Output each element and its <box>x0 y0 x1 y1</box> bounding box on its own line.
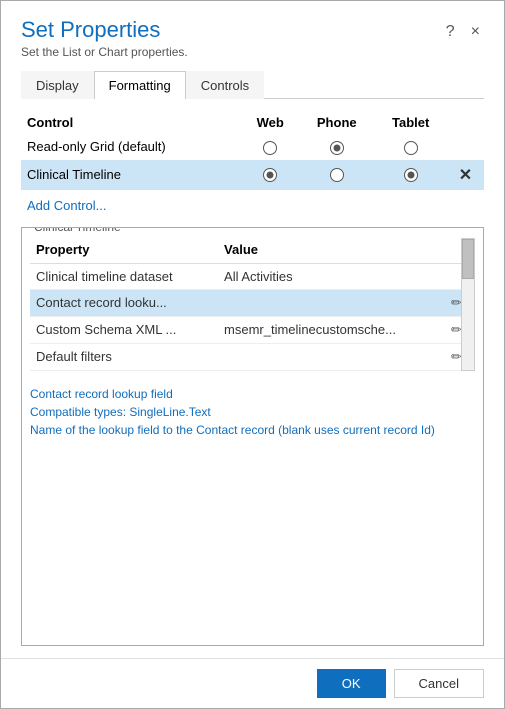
set-properties-dialog: Set Properties Set the List or Chart pro… <box>0 0 505 709</box>
col-tablet: Tablet <box>375 111 447 134</box>
property-row[interactable]: Contact record looku... ✏ <box>30 289 475 316</box>
dialog-footer: OK Cancel <box>1 658 504 708</box>
scrollbar[interactable] <box>461 238 475 371</box>
description-line-1: Contact record lookup field <box>30 385 475 403</box>
radio-row1-web[interactable] <box>263 168 277 182</box>
delete-row-icon[interactable]: ✕ <box>459 167 472 184</box>
radio-row0-phone[interactable] <box>330 141 344 155</box>
description-line-2: Compatible types: SingleLine.Text <box>30 403 475 421</box>
header-title-area: Set Properties Set the List or Chart pro… <box>21 17 188 59</box>
ok-button[interactable]: OK <box>317 669 386 698</box>
radio-row1-tablet[interactable] <box>404 168 418 182</box>
table-row[interactable]: Clinical Timeline ✕ <box>21 160 484 190</box>
tab-controls[interactable]: Controls <box>186 71 264 99</box>
property-row[interactable]: Default filters ✏ <box>30 343 475 370</box>
radio-row0-web[interactable] <box>263 141 277 155</box>
help-button[interactable]: ? <box>442 21 459 43</box>
property-row[interactable]: Clinical timeline dataset All Activities <box>30 263 475 289</box>
scrollbar-thumb[interactable] <box>462 239 474 279</box>
tab-formatting[interactable]: Formatting <box>94 71 186 99</box>
property-row[interactable]: Custom Schema XML ... msemr_timelinecust… <box>30 316 475 343</box>
controls-table: Control Web Phone Tablet Read-only Grid … <box>21 111 484 190</box>
fieldset-legend: Clinical Timeline <box>30 227 483 234</box>
radio-row1-phone[interactable] <box>330 168 344 182</box>
header-actions: ? × <box>442 21 484 43</box>
col-phone: Phone <box>299 111 375 134</box>
dialog-subtitle: Set the List or Chart properties. <box>21 45 188 59</box>
close-button[interactable]: × <box>467 21 484 43</box>
clinical-timeline-fieldset: Clinical Timeline Property Value <box>21 227 484 646</box>
description-line-3: Name of the lookup field to the Contact … <box>30 421 475 439</box>
dialog-content: Control Web Phone Tablet Read-only Grid … <box>1 99 504 658</box>
col-web: Web <box>242 111 299 134</box>
radio-row0-tablet[interactable] <box>404 141 418 155</box>
property-scroll-area: Property Value Clinical timeline dataset… <box>30 238 475 371</box>
scrollbar-track <box>461 238 475 371</box>
col-control: Control <box>21 111 242 134</box>
col-property: Property <box>30 238 218 264</box>
fieldset-inner: Property Value Clinical timeline dataset… <box>22 238 483 645</box>
table-row[interactable]: Read-only Grid (default) <box>21 134 484 160</box>
add-control-link[interactable]: Add Control... <box>27 198 478 213</box>
cancel-button[interactable]: Cancel <box>394 669 484 698</box>
tab-display[interactable]: Display <box>21 71 94 99</box>
property-table: Property Value Clinical timeline dataset… <box>30 238 475 371</box>
dialog-title: Set Properties <box>21 17 188 43</box>
dialog-header: Set Properties Set the List or Chart pro… <box>1 1 504 67</box>
col-value: Value <box>218 238 445 264</box>
tabs-bar: Display Formatting Controls <box>21 71 484 99</box>
description-box: Contact record lookup field Compatible t… <box>30 381 475 443</box>
